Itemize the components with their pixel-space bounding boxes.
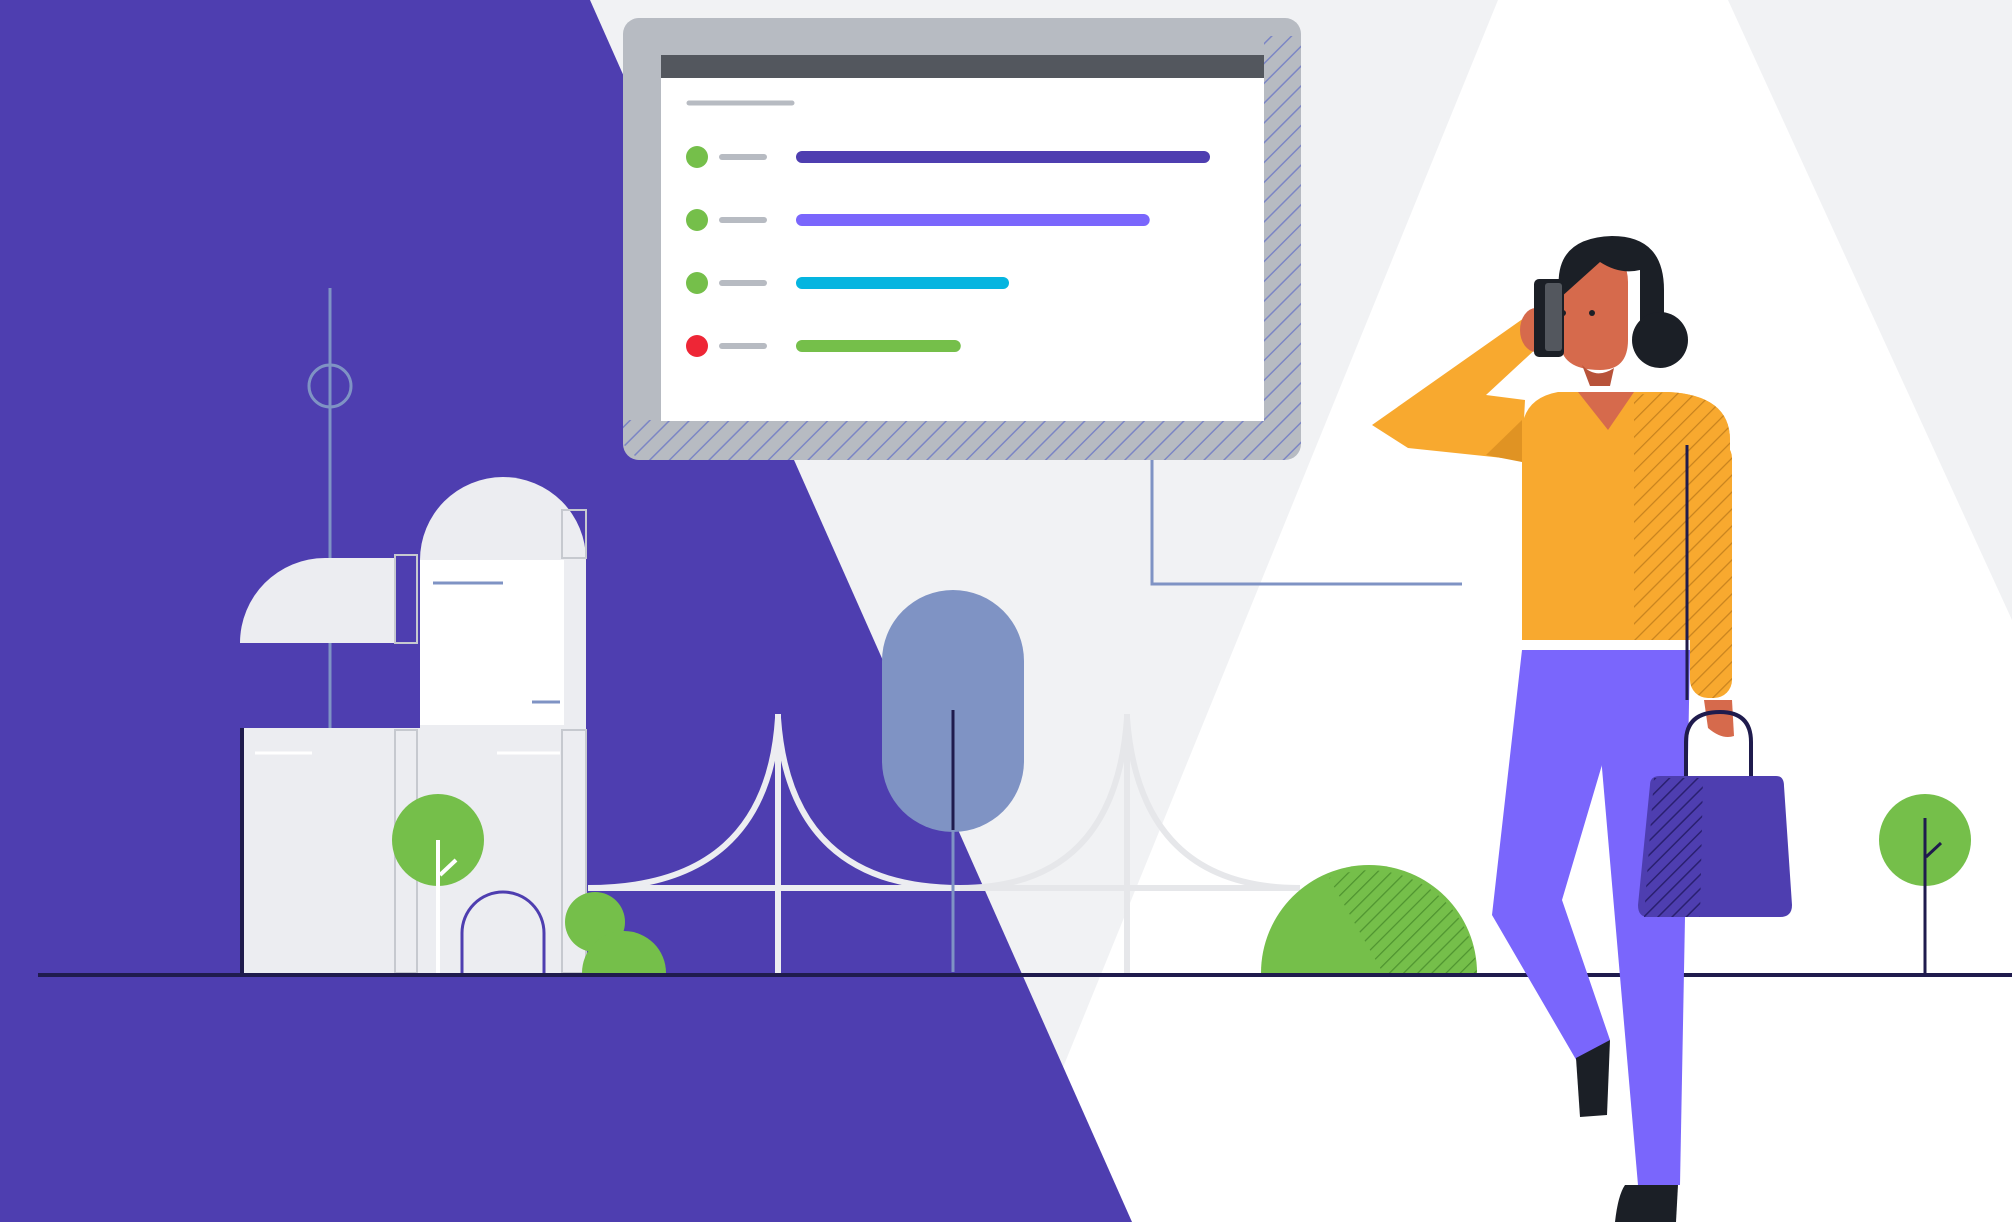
status-dot-icon [686,209,708,231]
status-dot-icon [686,272,708,294]
phone-icon [1534,279,1564,357]
illustration-scene [0,0,2012,1222]
status-dot-icon [686,146,708,168]
dashboard-screen [661,55,1264,421]
window-titlebar [661,55,1264,78]
status-dot-icon [686,335,708,357]
dashboard-monitor [623,18,1301,460]
